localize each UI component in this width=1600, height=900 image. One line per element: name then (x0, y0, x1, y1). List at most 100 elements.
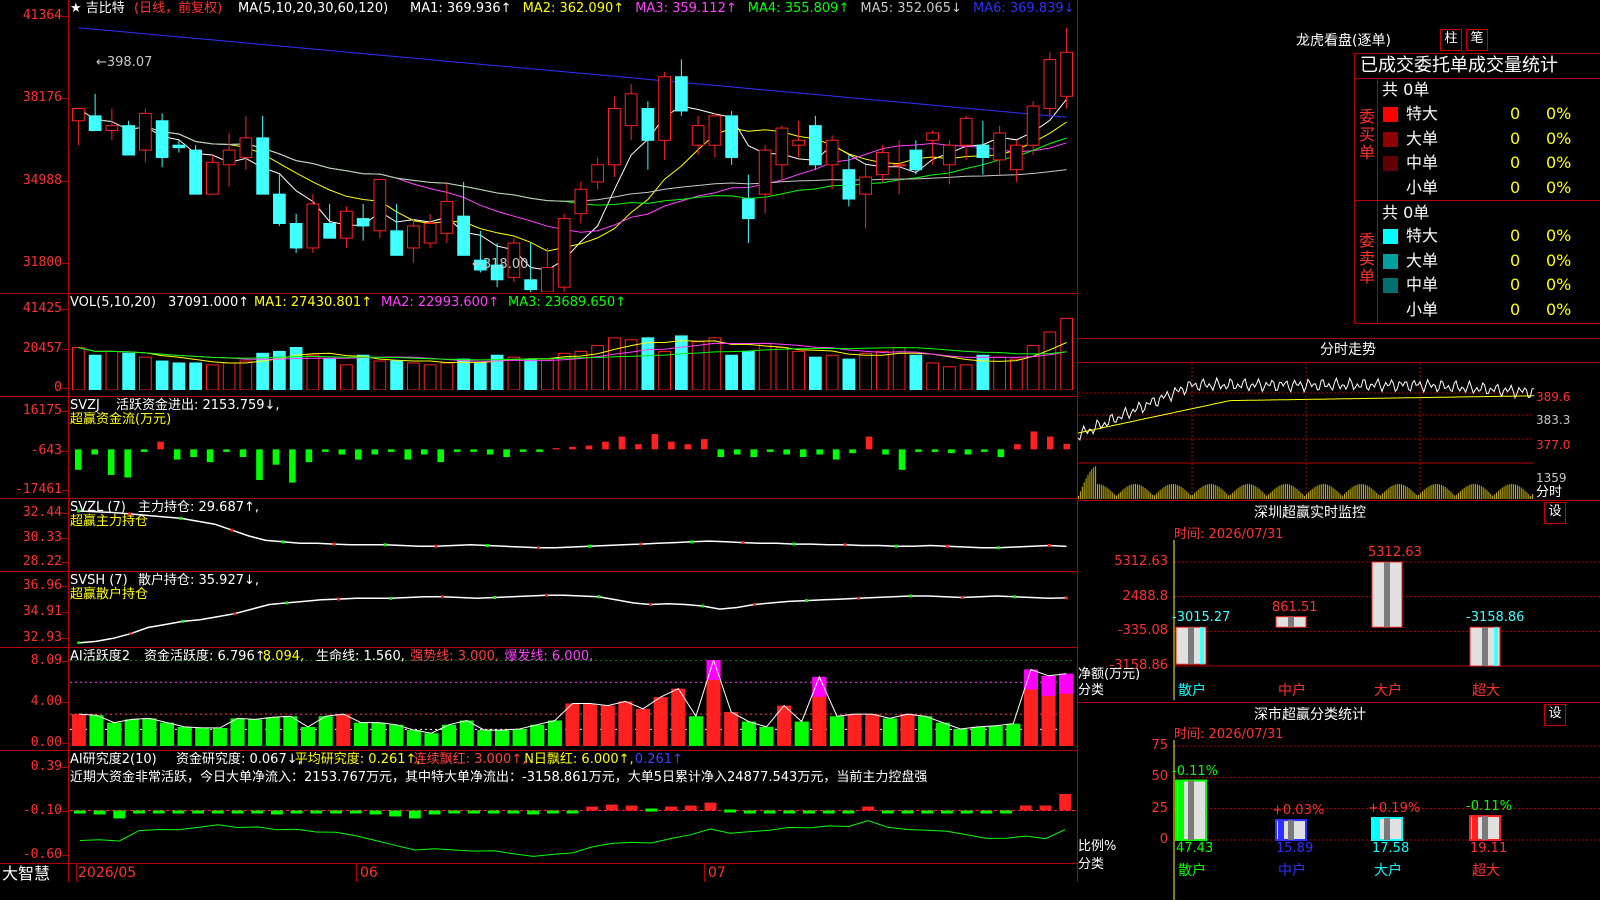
x-tick-jul (704, 863, 705, 882)
intraday-vol-bar (1505, 485, 1507, 499)
chart-area[interactable]: ★ 吉比特 (日线，前复权) MA(5,10,20,30,60,120) MA1… (0, 0, 1078, 883)
intraday-tick-1: 389.6 (1536, 390, 1571, 404)
intraday-vol-bar (1214, 484, 1216, 499)
activity-bar (953, 728, 968, 746)
intraday-vol-bar (1458, 492, 1459, 499)
money-flow-bar (437, 449, 444, 463)
ma-line-item: MA2: 362.090↑ (522, 1, 625, 16)
intraday-vol-bar (1503, 486, 1505, 499)
candle-body (742, 198, 755, 220)
y-tick-mark (62, 490, 68, 491)
y-tick-label: 32.93 (22, 630, 62, 645)
intraday-vol-bar (1393, 484, 1395, 499)
activity-bar (283, 716, 298, 746)
holdings-dot (285, 601, 289, 605)
candle-body (340, 210, 353, 239)
monitor-title: 深圳超赢实时监控 (1254, 505, 1366, 521)
money-flow-bar (173, 449, 181, 460)
holdings-dot (648, 602, 652, 606)
net-bar-shade (1288, 616, 1294, 628)
stock-name[interactable]: ★ 吉比特 (70, 2, 125, 16)
volume-bar (323, 358, 336, 390)
candle-body (658, 76, 671, 141)
candle-body (541, 267, 554, 292)
money-flow-bar (569, 446, 576, 450)
research-bar (251, 810, 264, 814)
candle-body (457, 215, 470, 256)
intraday-vol-bar (1144, 487, 1146, 499)
volume-bar (842, 358, 856, 390)
research-bar (921, 810, 934, 814)
holdings-dot (77, 641, 81, 644)
tab-bar-view[interactable]: 柱 (1440, 29, 1462, 51)
money-flow-bar (387, 449, 395, 452)
activity-bar (89, 715, 104, 746)
intraday-vol-bar (1155, 493, 1157, 499)
net-bar-shade (1482, 627, 1488, 666)
intraday-vol-bar (1277, 486, 1279, 499)
intraday-vol-bar (1391, 485, 1393, 499)
candle-body (758, 149, 772, 195)
monitor-y-caption: 净额(万元) (1078, 667, 1141, 682)
y-tick-label: -643 (30, 442, 62, 458)
activity-bar (653, 697, 668, 746)
candle-body (524, 279, 537, 291)
candle-body (608, 108, 621, 166)
holdings-dot (441, 595, 445, 599)
order-count: 0 (1510, 177, 1521, 197)
money-flow-bar (107, 449, 115, 475)
money-flow-bar (717, 449, 725, 458)
activity-bar (212, 727, 227, 746)
y-tick-label: 32.44 (22, 505, 62, 520)
activity-bar (159, 722, 175, 746)
intraday-vol-bar (1136, 484, 1138, 499)
activity-bar (195, 727, 210, 746)
research-bar (330, 810, 342, 814)
holdings-dot (383, 543, 387, 547)
classify-settings-button[interactable]: 设 (1544, 704, 1566, 726)
intraday-vol-bar (1478, 485, 1480, 499)
ai-activity-chart (70, 660, 1075, 746)
tab-tick-view[interactable]: 笔 (1466, 29, 1488, 51)
candle-body (624, 93, 638, 127)
money-flow-bar (322, 449, 329, 452)
intraday-vol-bar (1180, 486, 1182, 499)
volume-bar (675, 335, 688, 390)
y-tick-label: 41425 (22, 301, 62, 316)
candle-body (591, 164, 604, 183)
intraday-vol-bar (1402, 484, 1404, 499)
order-swatch (1383, 131, 1398, 147)
y-tick-mark (62, 562, 68, 563)
stats-top-line (1354, 53, 1600, 54)
research-bar (1000, 810, 1012, 814)
monitor-settings-button[interactable]: 设 (1544, 502, 1566, 524)
order-name: 大单 (1406, 128, 1439, 148)
money-flow-bar (1046, 436, 1054, 450)
activity-bar (371, 722, 386, 746)
activity-bar (389, 724, 404, 746)
money-flow-bar (256, 449, 263, 481)
y-tick-mark (62, 586, 68, 587)
intraday-vol-bar (1287, 484, 1288, 499)
vol-title: VOL(5,10,20) (70, 295, 156, 310)
candle-body (825, 139, 839, 166)
y-tick-label: -0.10 (22, 803, 62, 818)
candle-body (976, 144, 990, 158)
ma-line-item: MA3: 359.112↑ (635, 1, 737, 16)
research-bar (1019, 805, 1032, 811)
intraday-vol-bar (1165, 485, 1167, 499)
x-label-jun: 06 (360, 865, 378, 881)
intraday-vol-bar (1522, 488, 1524, 499)
money-flow-bar (964, 449, 972, 455)
money-flow-bar (552, 448, 560, 450)
research-bar (763, 810, 776, 814)
burst-bar (1041, 675, 1056, 696)
intraday-vol-bar (1526, 492, 1528, 499)
intraday-vol-bar (1292, 486, 1294, 499)
order-pct: 0% (1546, 128, 1572, 148)
candle-body (775, 127, 789, 166)
candle-body (239, 137, 253, 158)
order-swatch (1383, 107, 1398, 122)
holdings-dot (332, 542, 336, 546)
holdings-dot (179, 516, 183, 520)
